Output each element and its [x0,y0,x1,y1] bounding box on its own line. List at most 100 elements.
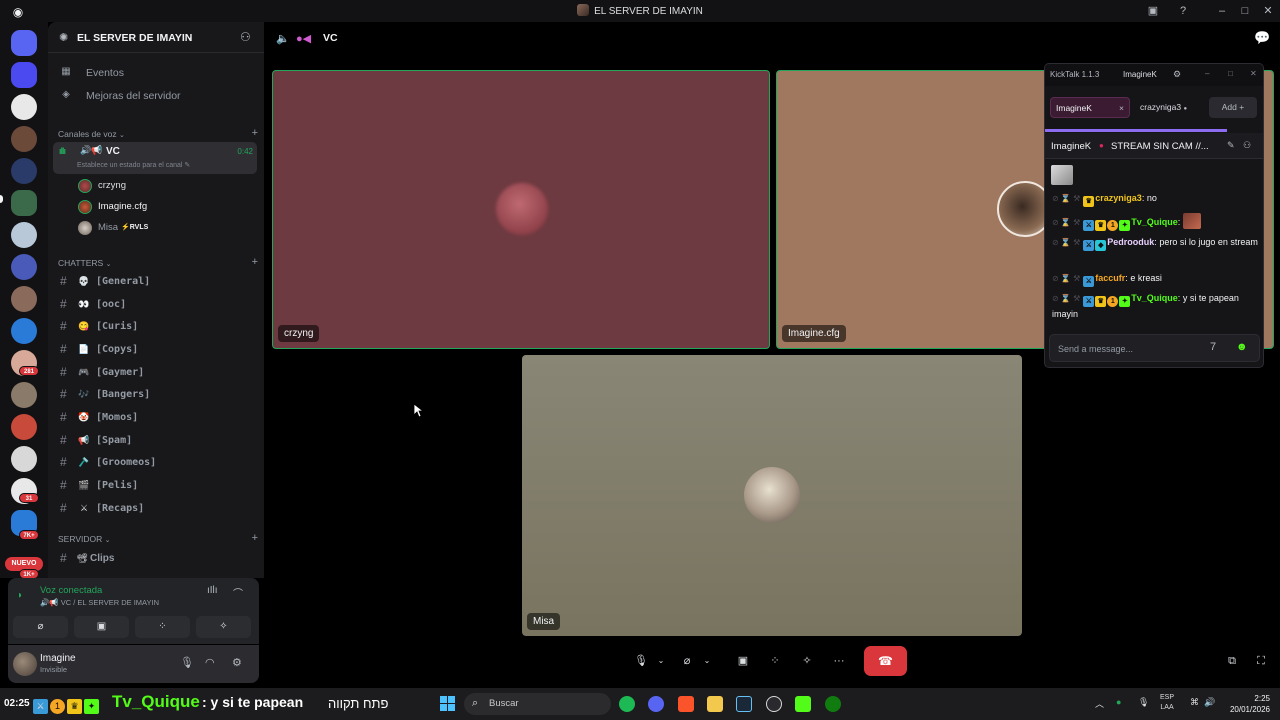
seventv-icon[interactable]: 7 [1210,341,1216,353]
kicktalk-tab-crazyniga3[interactable]: crazyniga3 ● [1140,97,1187,118]
user-list-icon[interactable]: ⚇ [1243,140,1251,151]
settings-icon[interactable]: ⚙ [1173,69,1181,80]
server-icon-12[interactable] [11,414,37,440]
server-icon-2[interactable] [11,94,37,120]
microphone-icon[interactable]: 🎙 [180,656,194,669]
voice-status-title[interactable]: Voz conectada [40,585,102,596]
file-explorer-icon[interactable] [707,696,723,712]
text-channel[interactable]: # 🎶 [Bangers] [58,385,258,405]
signal-icon[interactable]: ◗ [17,590,23,601]
text-channel[interactable]: # ⚔ [Recaps] [58,499,258,519]
chat-username[interactable]: Tv_Quique [1131,217,1178,227]
voice-status-subtitle[interactable]: 🔊📢 VC / EL SERVER DE IMAYIN [40,598,159,607]
windows-start-icon[interactable] [440,696,456,712]
add-channel-icon[interactable]: + [252,532,258,544]
more-options-button[interactable]: ··· [828,648,850,674]
language-indicator[interactable]: ESP LAA [1160,693,1174,713]
tray-overflow-icon[interactable]: ︿ [1095,697,1104,710]
discord-icon[interactable] [648,696,664,712]
close-icon[interactable]: ✕ [1250,69,1257,78]
pin-icon[interactable]: ✎ [1227,140,1235,151]
mic-options-button[interactable]: ⌄ [654,648,668,674]
video-tile-crzyng[interactable]: crzyng [272,70,770,349]
soundboard-button[interactable]: ✧ [796,648,818,674]
chat-username[interactable]: Tv_Quique [1131,293,1178,303]
kicktalk-tab-imaginek[interactable]: ImagineK × [1050,97,1130,118]
chat-username[interactable]: Pedrooduk [1107,237,1154,247]
server-icon-5[interactable] [11,190,37,216]
emote-picker-icon[interactable]: ☻ [1236,341,1248,353]
activities-button[interactable]: ⁘ [764,648,786,674]
close-icon[interactable]: ✕ [1260,3,1276,19]
headphones-icon[interactable]: ◠ [205,656,215,669]
category-voice[interactable]: Canales de voz ⌄ + [58,127,258,143]
kicktalk-icon[interactable] [795,696,811,712]
disconnect-icon[interactable]: ⌒ [233,585,243,600]
screen-share-button[interactable]: ▣ [732,648,754,674]
camera-off-button[interactable]: ⌀ [13,616,68,638]
chat-input[interactable]: Send a message... 7 ☻ [1049,334,1260,362]
category-chatters[interactable]: CHATTERS ⌄ + [58,256,258,272]
kicktalk-user[interactable]: ImagineK [1123,70,1157,79]
volume-icon[interactable]: 🔊 [1204,697,1215,708]
user-name[interactable]: Imagine [40,653,76,664]
network-icon[interactable]: ⌘ [1190,697,1199,708]
screen-share-button[interactable]: ▣ [74,616,129,638]
voice-member[interactable]: Misa ⚡RVLS [78,219,248,237]
maximize-icon[interactable]: □ [1228,69,1233,78]
xbox-icon[interactable] [825,696,841,712]
chat-username[interactable]: crazyniga3 [1095,193,1142,203]
steam-icon[interactable] [736,696,752,712]
spotify-icon[interactable] [619,696,635,712]
text-channel[interactable]: # 🎬 [Pelis] [58,476,258,496]
mod-actions-icon[interactable]: ⊘ ⌛ ⚒ [1052,194,1080,203]
microphone-tray-icon[interactable]: 🎙 [1138,697,1149,708]
stream-channel-name[interactable]: ImagineK [1051,141,1091,152]
mod-actions-icon[interactable]: ⊘ ⌛ ⚒ [1052,294,1080,303]
noise-suppression-icon[interactable]: ıIlı [207,585,218,596]
direct-messages-icon[interactable] [11,30,37,56]
voice-member[interactable]: crzyng [78,177,248,195]
popout-button[interactable]: ⧉ [1223,648,1241,674]
help-icon[interactable]: ? [1175,3,1191,19]
taskbar-clock[interactable]: 2:25 20/01/2026 [1226,693,1270,715]
server-icon-13[interactable] [11,446,37,472]
video-tile-misa[interactable]: Misa [522,355,1022,636]
invite-people-icon[interactable]: ⚇ [240,30,251,44]
mod-actions-icon[interactable]: ⊘ ⌛ ⚒ [1052,274,1080,283]
obs-icon[interactable] [766,696,782,712]
text-channel[interactable]: # 🪒 [Groomeos] [58,453,258,473]
channel-status-hint[interactable]: Establece un estado para el canal ✎ [77,161,190,169]
user-settings-icon[interactable]: ⚙ [232,656,242,669]
voice-channel-vc[interactable]: ıllı 🔊📢 VC 0:42 Establece un estado para… [53,142,257,174]
add-channel-icon[interactable]: + [252,127,258,139]
text-channel[interactable]: # 😋 [Curis] [58,317,258,337]
disconnect-button[interactable]: ☎ [864,646,907,676]
chat-username[interactable]: faccufr [1095,273,1125,283]
mod-actions-icon[interactable]: ⊘ ⌛ ⚒ [1052,218,1080,227]
avatar[interactable] [13,652,37,676]
minimize-icon[interactable]: – [1214,3,1230,19]
soundboard-button[interactable]: ✧ [196,616,251,638]
mod-actions-icon[interactable]: ⊘ ⌛ ⚒ [1052,238,1080,247]
server-icon-9[interactable] [11,318,37,344]
close-tab-icon[interactable]: × [1119,98,1124,119]
camera-options-button[interactable]: ⌄ [700,648,714,674]
server-icon-1[interactable] [11,62,37,88]
text-channel[interactable]: # 🤡 [Momos] [58,408,258,428]
add-channel-icon[interactable]: + [252,256,258,268]
server-icon-8[interactable] [11,286,37,312]
category-servidor[interactable]: SERVIDOR ⌄ + [58,532,258,548]
server-icon-6[interactable] [11,222,37,248]
text-channel[interactable]: # 💀 [General] [58,272,258,292]
inbox-icon[interactable]: ▣ [1145,3,1161,19]
server-icon-3[interactable] [11,126,37,152]
mute-button[interactable]: 🎙 [632,648,650,674]
text-channel[interactable]: # 📄 [Copys] [58,340,258,360]
server-icon-4[interactable] [11,158,37,184]
text-channel[interactable]: # 📽 Clips [58,549,258,569]
text-channel[interactable]: # 🎮 [Gaymer] [58,363,258,383]
chat-icon[interactable]: 💬 [1254,30,1270,46]
events-item[interactable]: ▦ Eventos [58,63,258,83]
brave-browser-icon[interactable] [678,696,694,712]
